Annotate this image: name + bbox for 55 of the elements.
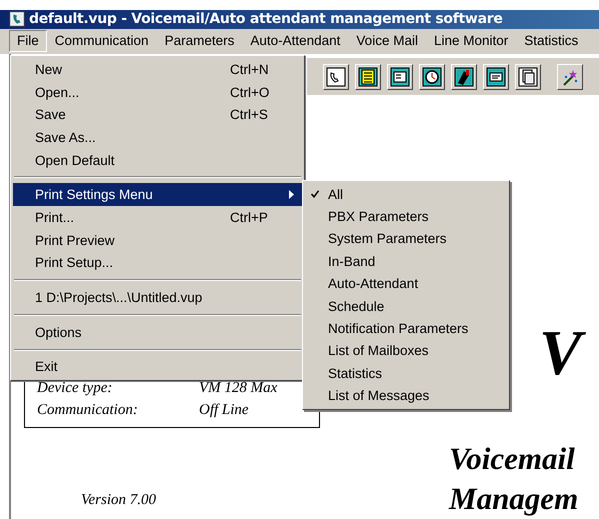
menu-item[interactable]: System Parameters bbox=[305, 228, 507, 250]
menu-item[interactable]: List of Messages bbox=[305, 384, 507, 407]
menu-item[interactable]: Print Preview bbox=[13, 228, 302, 252]
menu-title[interactable]: Statistics bbox=[516, 30, 586, 52]
card-icon bbox=[390, 66, 410, 86]
menu-item[interactable]: Auto-Attendant bbox=[305, 272, 507, 295]
toolbar-button[interactable] bbox=[515, 64, 541, 90]
menu-title[interactable]: Auto-Attendant bbox=[242, 30, 348, 52]
menu-title[interactable]: Voice Mail bbox=[348, 30, 426, 52]
pages-icon bbox=[518, 66, 538, 86]
toolbar-button[interactable] bbox=[557, 64, 583, 90]
menu-title[interactable]: File bbox=[9, 30, 47, 52]
menu-item[interactable]: Print Setup... bbox=[13, 252, 302, 274]
field-value: VM 128 Max bbox=[199, 380, 278, 396]
menu-item[interactable]: Exit bbox=[13, 356, 302, 378]
product-title: Voicemail bbox=[449, 440, 576, 478]
phone-icon bbox=[326, 66, 346, 86]
app-icon bbox=[9, 11, 25, 28]
menu-item[interactable]: Notification Parameters bbox=[305, 317, 507, 340]
toolbar-button[interactable] bbox=[483, 64, 509, 90]
menu-item[interactable]: 1 D:\Projects\...\Untitled.vup bbox=[13, 286, 302, 309]
menu-item[interactable]: List of Mailboxes bbox=[305, 340, 507, 362]
pen-icon bbox=[454, 66, 474, 86]
toolbar-button[interactable] bbox=[451, 64, 477, 90]
field-value: Off Line bbox=[199, 402, 249, 418]
menu-title[interactable]: Parameters bbox=[156, 30, 242, 52]
ledger-icon bbox=[358, 66, 378, 86]
menu-title[interactable]: Communication bbox=[46, 30, 157, 52]
document-icon bbox=[486, 66, 506, 86]
menu-item[interactable]: Open Default bbox=[13, 148, 302, 172]
menu-item[interactable]: Print... Ctrl+P bbox=[13, 206, 302, 229]
menu-item[interactable]: Options bbox=[13, 320, 302, 344]
field-label: Communication: bbox=[37, 402, 139, 418]
menu-item[interactable]: Save As... bbox=[13, 126, 302, 149]
title-letter: V bbox=[539, 323, 592, 383]
toolbar-button[interactable] bbox=[419, 64, 445, 90]
menu-item[interactable]: In-Band bbox=[305, 250, 507, 273]
menu-item[interactable]: PBX Parameters bbox=[305, 205, 507, 228]
menu-item[interactable]: Save Ctrl+S bbox=[13, 103, 302, 126]
version-text: Version 7.00 bbox=[81, 492, 157, 509]
menu-title[interactable]: Line Monitor bbox=[426, 30, 516, 52]
menu-item[interactable]: Schedule bbox=[305, 294, 507, 318]
field-label: Device type: bbox=[37, 380, 114, 396]
toolbar-button[interactable] bbox=[355, 64, 381, 90]
toolbar-button[interactable] bbox=[323, 64, 349, 90]
menu-item[interactable]: Statistics bbox=[305, 362, 507, 385]
clock-icon bbox=[422, 66, 442, 86]
menu-item[interactable]: All bbox=[305, 183, 507, 206]
submenu-arrow-icon bbox=[289, 190, 294, 200]
product-title: Managem bbox=[449, 480, 578, 518]
window-title: default.vup - Voicemail/Auto attendant management software bbox=[29, 11, 503, 28]
menu-item[interactable]: New Ctrl+N bbox=[13, 58, 302, 81]
menu-item[interactable]: Open... Ctrl+O bbox=[13, 80, 302, 104]
toolbar-button[interactable] bbox=[387, 64, 413, 90]
submenu-item[interactable]: Print Settings Menu bbox=[13, 183, 302, 206]
